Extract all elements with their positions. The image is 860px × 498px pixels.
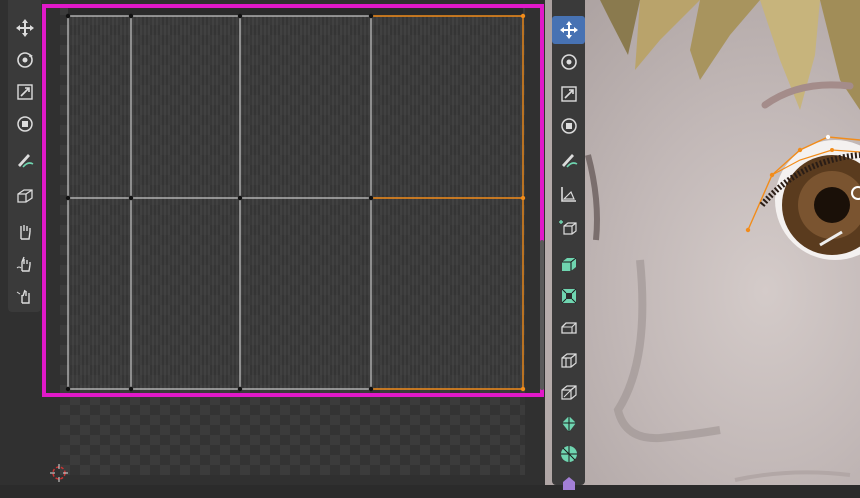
hair-strand	[690, 0, 760, 80]
eyebrow	[761, 81, 854, 109]
nose	[613, 259, 721, 443]
knife-icon[interactable]	[552, 378, 585, 406]
hair-strand	[600, 0, 640, 55]
viewport-toolbar	[552, 0, 585, 490]
transform-icon[interactable]	[8, 110, 41, 138]
viewport-3d[interactable]	[545, 0, 860, 485]
grab-icon[interactable]	[8, 218, 41, 246]
rip-region-icon[interactable]	[8, 182, 41, 210]
move-icon[interactable]	[8, 14, 41, 42]
spin-icon[interactable]	[552, 440, 585, 468]
inset-icon[interactable]	[552, 282, 585, 310]
loop-cut-icon[interactable]	[552, 346, 585, 374]
poly-build-icon[interactable]	[552, 410, 585, 438]
mouth	[734, 470, 851, 482]
eye-left	[585, 154, 600, 241]
face-model	[585, 0, 860, 482]
extrude-icon[interactable]	[552, 250, 585, 278]
pupil	[814, 187, 850, 223]
uv-scrollbar[interactable]	[540, 240, 544, 390]
measure-icon[interactable]	[552, 180, 585, 208]
hair-strand	[635, 0, 700, 70]
relax-icon[interactable]	[8, 250, 41, 278]
bevel-icon[interactable]	[552, 314, 585, 342]
transform-icon[interactable]	[552, 112, 585, 140]
annotate-icon[interactable]	[8, 146, 41, 174]
uv-editor[interactable]	[0, 0, 545, 485]
add-cube-icon[interactable]	[552, 214, 585, 242]
rotate-icon[interactable]	[8, 46, 41, 74]
scale-icon[interactable]	[8, 78, 41, 106]
annotate-icon[interactable]	[552, 146, 585, 174]
highlight-frame	[42, 4, 544, 397]
scale-icon[interactable]	[552, 80, 585, 108]
rotate-icon[interactable]	[552, 48, 585, 76]
pinch-icon[interactable]	[8, 282, 41, 310]
move-icon[interactable]	[552, 16, 585, 44]
cursor-2d-icon[interactable]	[50, 464, 68, 482]
smooth-icon[interactable]	[552, 470, 585, 498]
uv-toolbar	[8, 0, 41, 312]
hair-strand	[820, 0, 860, 110]
